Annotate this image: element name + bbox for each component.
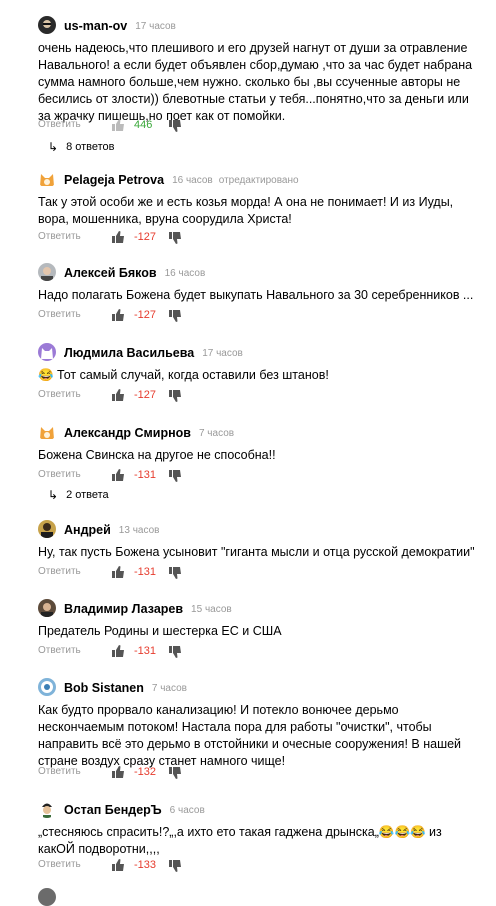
reply-button[interactable]: Ответить — [38, 117, 81, 133]
thumbs-down-icon[interactable] — [168, 469, 182, 483]
comment-header: Андрей 13 часов — [38, 520, 159, 540]
author-name[interactable]: Pelageja Petrova — [64, 173, 164, 187]
comment-actions: Ответить -132 — [38, 764, 238, 780]
replies-count: 8 ответов — [66, 141, 115, 153]
comment-text: Как будто прорвало канализацию! И потекл… — [38, 703, 462, 768]
replies-count: 2 ответа — [66, 489, 109, 501]
comment-text: Божена Свинска на другое не способна!! — [38, 448, 276, 462]
show-replies-link[interactable]: ↳ 2 ответа — [48, 487, 109, 503]
timestamp: 13 часов — [118, 524, 160, 536]
comment-text: Так у этой особи же и есть козья морда! … — [38, 195, 454, 226]
author-name[interactable]: Остап БендерЪ — [64, 803, 162, 817]
reply-button[interactable]: Ответить — [38, 229, 81, 245]
rating-count: -127 — [134, 309, 157, 321]
reply-button[interactable]: Ответить — [38, 564, 81, 580]
thumbs-up-icon[interactable] — [111, 468, 125, 482]
thumbs-down-icon[interactable] — [168, 231, 182, 245]
comment-text: очень надеюсь,что плешивого и его друзей… — [38, 41, 473, 123]
timestamp: 7 часов — [151, 682, 187, 694]
comment-actions: Ответить -127 — [38, 387, 238, 403]
comment-header: Bob Sistanen 7 часов — [38, 678, 187, 698]
comment-text: Предатель Родины и шестерка ЕС и США — [38, 624, 282, 638]
thumbs-down-icon[interactable] — [168, 859, 182, 873]
comment-header: Александр Смирнов 7 часов — [38, 423, 234, 443]
timestamp: 15 часов — [191, 603, 232, 615]
thumbs-up-icon[interactable] — [111, 388, 125, 402]
reply-button[interactable]: Ответить — [38, 387, 81, 403]
comment-text: „стесняюсь спрасить!?„,а ихто ето такая … — [38, 825, 442, 856]
thumbs-down-icon[interactable] — [168, 566, 182, 580]
thumbs-down-icon[interactable] — [168, 766, 182, 780]
reply-button[interactable]: Ответить — [38, 857, 81, 873]
comment-header: Людмила Васильева 17 часов — [38, 343, 243, 363]
author-name[interactable]: Людмила Васильева — [64, 346, 194, 360]
reply-button[interactable]: Ответить — [38, 643, 81, 659]
comment-actions: Ответить -133 — [38, 857, 238, 873]
comment-actions: Ответить -127 — [38, 229, 238, 245]
comment-header: Владимир Лазарев 15 часов — [38, 599, 232, 619]
thumbs-up-icon[interactable] — [111, 858, 125, 872]
thumbs-down-icon[interactable] — [168, 119, 182, 133]
thumbs-down-icon[interactable] — [168, 645, 182, 659]
author-name[interactable]: Алексей Бяков — [64, 266, 157, 280]
comment-header: Pelageja Petrova 16 часов отредактирован… — [38, 170, 299, 190]
author-name[interactable]: Андрей — [64, 523, 111, 537]
thumbs-up-icon[interactable] — [111, 765, 125, 779]
comment-actions: Ответить -127 — [38, 307, 238, 323]
comment-text: 😂 Тот самый случай, когда оставили без ш… — [38, 368, 329, 382]
comment-text: Надо полагать Божена будет выкупать Нава… — [38, 288, 474, 302]
rating-count: -132 — [134, 766, 157, 778]
thumbs-up-icon[interactable] — [111, 565, 125, 579]
thumbs-up-icon[interactable] — [111, 308, 125, 322]
rating-count: -131 — [134, 645, 157, 657]
comment-actions: Ответить -131 — [38, 564, 238, 580]
timestamp: 7 часов — [198, 427, 235, 439]
thumbs-down-icon[interactable] — [168, 389, 182, 403]
reply-button[interactable]: Ответить — [38, 307, 81, 323]
author-name[interactable]: Bob Sistanen — [64, 681, 144, 695]
avatar[interactable] — [38, 888, 56, 906]
comment-actions: Ответить -131 — [38, 467, 238, 483]
show-replies-link[interactable]: ↳ 8 ответов — [48, 139, 115, 155]
comment-text: Ну, так пусть Божена усыновит "гиганта м… — [38, 545, 475, 559]
thumbs-up-icon[interactable] — [111, 644, 125, 658]
reply-button[interactable]: Ответить — [38, 764, 81, 780]
author-name[interactable]: Владимир Лазарев — [64, 602, 183, 616]
thumbs-up-icon[interactable] — [111, 118, 125, 132]
timestamp: 16 часов — [172, 174, 213, 186]
thumbs-up-icon[interactable] — [111, 230, 125, 244]
reply-arrow-icon: ↳ — [48, 488, 59, 502]
rating-count: -127 — [134, 231, 157, 243]
timestamp: 6 часов — [169, 804, 205, 816]
edited-label: отредактировано — [218, 174, 299, 186]
comment-header: Остап БендерЪ 6 часов — [38, 800, 205, 820]
rating-count: -133 — [134, 859, 157, 871]
timestamp: 16 часов — [164, 267, 206, 279]
comment-header: us-man-ov 17 часов — [38, 16, 176, 36]
rating-count: -127 — [134, 389, 157, 401]
rating-count: -131 — [134, 469, 157, 481]
author-name[interactable]: Александр Смирнов — [64, 426, 191, 440]
comment-actions: Ответить -131 — [38, 643, 238, 659]
rating-count: -131 — [134, 566, 157, 578]
thumbs-down-icon[interactable] — [168, 309, 182, 323]
reply-button[interactable]: Ответить — [38, 467, 81, 483]
rating-count: 446 — [134, 119, 153, 131]
reply-arrow-icon: ↳ — [48, 140, 59, 154]
timestamp: 17 часов — [202, 347, 243, 359]
comment-actions: Ответить 446 — [38, 117, 238, 133]
timestamp: 17 часов — [135, 20, 176, 32]
comment-header: Алексей Бяков 16 часов — [38, 263, 205, 283]
author-name[interactable]: us-man-ov — [64, 19, 127, 33]
